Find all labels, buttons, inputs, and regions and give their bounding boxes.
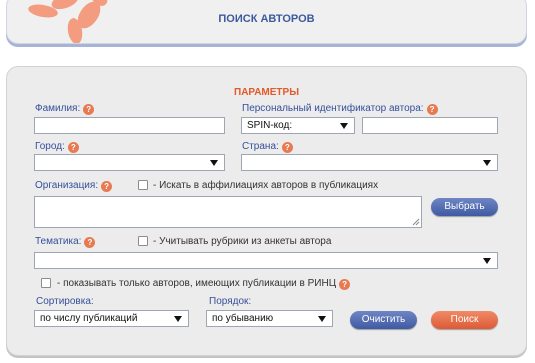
country-select[interactable] xyxy=(241,154,498,171)
help-icon[interactable]: ? xyxy=(84,237,96,248)
resize-grip-icon[interactable] xyxy=(412,218,420,226)
order-select[interactable]: по убыванию xyxy=(206,310,333,327)
clear-button[interactable]: Очистить xyxy=(350,311,417,329)
chevron-down-icon xyxy=(483,258,491,264)
help-icon[interactable]: ? xyxy=(281,142,293,153)
author-id-label: Персональный идентификатор автора:? xyxy=(242,103,438,115)
chevron-down-icon xyxy=(210,160,218,166)
topic-label: Тематика:? xyxy=(35,236,96,248)
help-icon[interactable]: ? xyxy=(83,104,95,115)
author-id-input[interactable] xyxy=(362,117,498,134)
choose-organization-button[interactable]: Выбрать xyxy=(431,198,498,216)
rinc-only-label: - показывать только авторов, имеющих пуб… xyxy=(57,278,351,290)
rinc-only-checkbox[interactable] xyxy=(41,278,51,288)
city-select[interactable] xyxy=(34,154,225,171)
chevron-down-icon xyxy=(483,160,491,166)
chevron-down-icon xyxy=(174,316,182,322)
author-id-type-select[interactable]: SPIN-код: xyxy=(241,117,355,134)
help-icon[interactable]: ? xyxy=(339,279,351,290)
search-affiliations-checkbox[interactable] xyxy=(138,180,148,190)
header-panel: ПОИСК АВТОРОВ xyxy=(6,0,527,44)
help-icon[interactable]: ? xyxy=(101,181,113,192)
chevron-down-icon xyxy=(340,123,348,129)
country-label: Страна:? xyxy=(242,141,293,153)
surname-label: Фамилия:? xyxy=(35,103,95,115)
search-button[interactable]: Поиск xyxy=(431,311,498,329)
sort-label: Сортировка: xyxy=(36,296,94,307)
search-parameters-panel: ПАРАМЕТРЫ Фамилия:? Персональный идентиф… xyxy=(6,66,527,356)
sort-select[interactable]: по числу публикаций xyxy=(34,310,189,327)
rubrics-label: - Учитывать рубрики из анкеты автора xyxy=(153,236,332,247)
surname-input[interactable] xyxy=(34,117,225,134)
page-title: ПОИСК АВТОРОВ xyxy=(218,13,315,25)
organization-textarea[interactable] xyxy=(34,196,422,228)
city-label: Город:? xyxy=(35,141,79,153)
topic-select[interactable] xyxy=(34,252,498,269)
chevron-down-icon xyxy=(318,316,326,322)
parameters-title: ПАРАМЕТРЫ xyxy=(234,87,299,98)
organization-label: Организация:? xyxy=(35,180,113,192)
help-icon[interactable]: ? xyxy=(426,104,438,115)
rubrics-checkbox[interactable] xyxy=(138,236,148,246)
search-affiliations-label: - Искать в аффилиациях авторов в публика… xyxy=(153,180,379,191)
help-icon[interactable]: ? xyxy=(67,142,79,153)
order-label: Порядок: xyxy=(209,296,252,307)
